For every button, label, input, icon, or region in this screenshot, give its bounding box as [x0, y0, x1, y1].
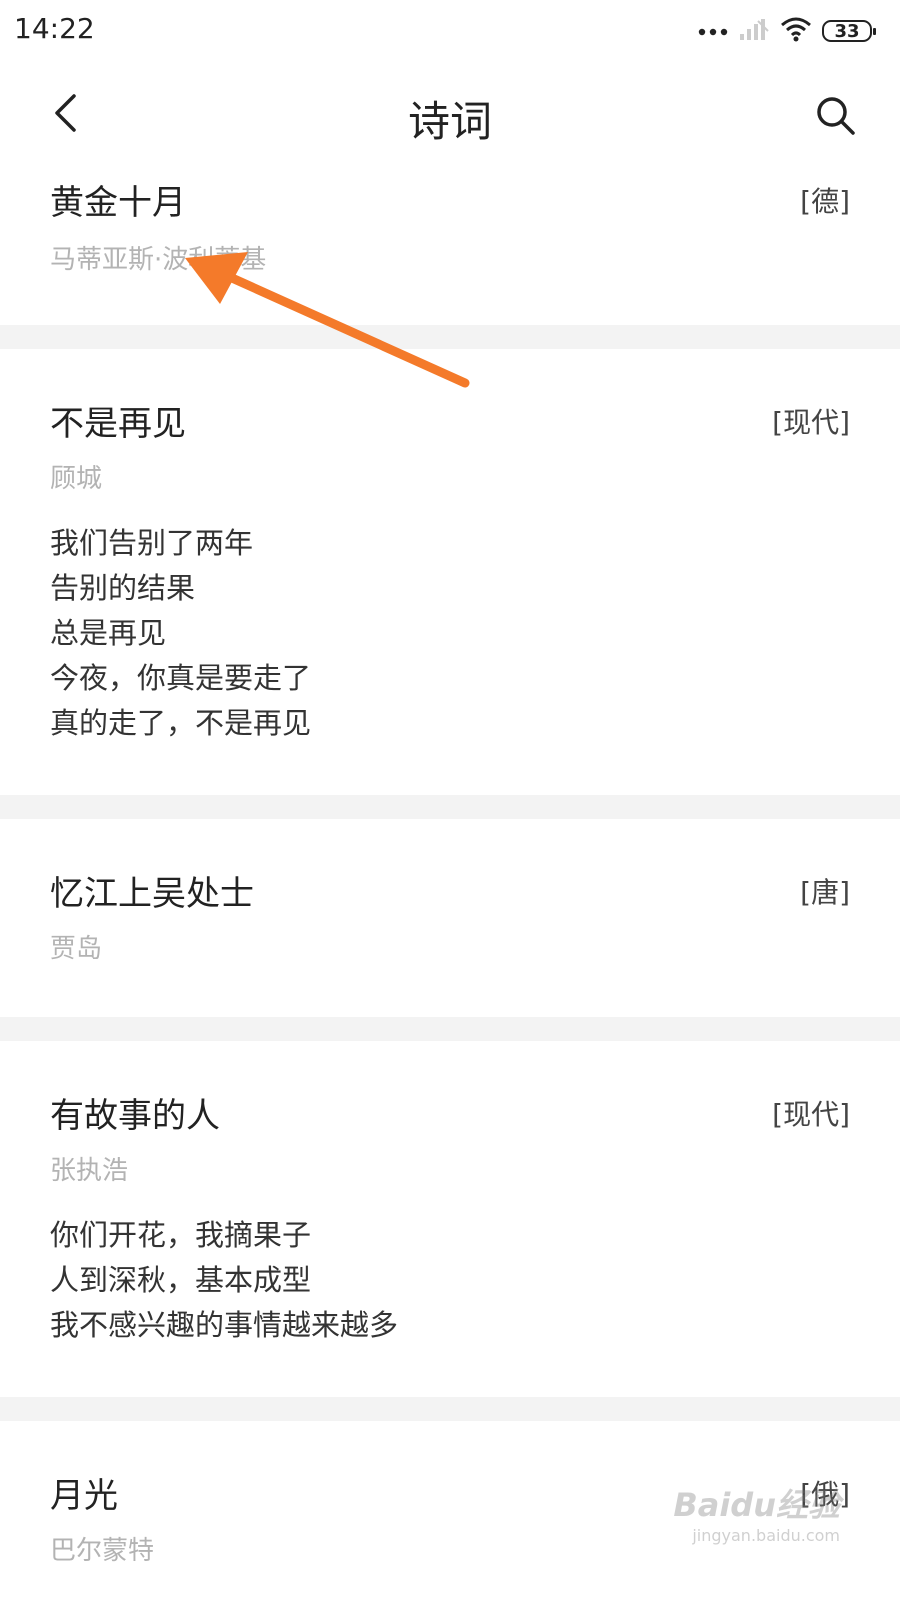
poem-author: 顾城 [50, 464, 103, 494]
wifi-icon [780, 16, 812, 46]
search-icon [817, 97, 855, 135]
poem-title: 有故事的人 [50, 1096, 220, 1136]
poem-line: 总是再见 [50, 616, 167, 650]
poem-dynasty: [唐] [800, 876, 850, 909]
poem-title: 月光 [50, 1476, 118, 1516]
poem-author: 贾岛 [50, 934, 103, 964]
poem-author: 巴尔蒙特 [50, 1536, 155, 1566]
poem-author: 马蒂亚斯·波利蒂基 [50, 245, 267, 275]
poem-feed: 黄金十月 [德] 马蒂亚斯·波利蒂基 不是再见 [现代] 顾城 我们告别了两年 … [0, 160, 900, 1621]
poem-line: 我们告别了两年 [50, 526, 254, 560]
poem-excerpt: 我们告别了两年 告别的结果 总是再见 今夜，你真是要走了 真的走了，不是再见 [50, 521, 311, 746]
poem-line: 今夜，你真是要走了 [50, 661, 312, 695]
poem-title: 忆江上吴处士 [50, 874, 254, 914]
card-separator [0, 1017, 900, 1041]
poem-dynasty: [现代] [772, 406, 850, 439]
poem-dynasty: [德] [800, 185, 850, 218]
poem-dynasty: [现代] [772, 1098, 850, 1131]
poem-card[interactable]: 有故事的人 [现代] 张执浩 你们开花，我摘果子 人到深秋，基本成型 我不感兴趣… [0, 1041, 900, 1397]
poem-line: 告别的结果 [50, 571, 196, 605]
battery-icon: 33 [822, 20, 876, 42]
search-button[interactable] [808, 88, 864, 144]
battery-level: 33 [834, 20, 860, 42]
poem-card[interactable]: 黄金十月 [德] 马蒂亚斯·波利蒂基 [0, 160, 900, 325]
nav-bar: 诗词 [0, 70, 900, 160]
poem-line: 人到深秋，基本成型 [50, 1263, 312, 1297]
poem-title: 黄金十月 [50, 183, 186, 223]
status-bar: 14:22 33 [0, 0, 900, 62]
status-time: 14:22 [14, 12, 95, 45]
poem-line: 我不感兴趣的事情越来越多 [50, 1308, 399, 1342]
card-separator [0, 1397, 900, 1421]
poem-line: 你们开花，我摘果子 [50, 1218, 312, 1252]
poem-excerpt: 你们开花，我摘果子 人到深秋，基本成型 我不感兴趣的事情越来越多 [50, 1213, 398, 1348]
signal-icon [738, 17, 770, 45]
status-icons: 33 [698, 14, 876, 48]
card-separator [0, 325, 900, 349]
page-title: 诗词 [407, 97, 492, 146]
more-dots-icon [698, 22, 728, 41]
watermark-brand: Baidu经验 [673, 1486, 840, 1524]
poem-card[interactable]: 忆江上吴处士 [唐] 贾岛 [0, 819, 900, 1017]
baidu-watermark: Baidu经验 jingyan.baidu.com [670, 1470, 840, 1570]
watermark-url: jingyan.baidu.com [692, 1526, 840, 1545]
poem-title: 不是再见 [50, 404, 186, 444]
card-separator [0, 795, 900, 819]
poem-card[interactable]: 不是再见 [现代] 顾城 我们告别了两年 告别的结果 总是再见 今夜，你真是要走… [0, 349, 900, 795]
poem-author: 张执浩 [50, 1156, 129, 1186]
poem-line: 真的走了，不是再见 [50, 706, 312, 740]
